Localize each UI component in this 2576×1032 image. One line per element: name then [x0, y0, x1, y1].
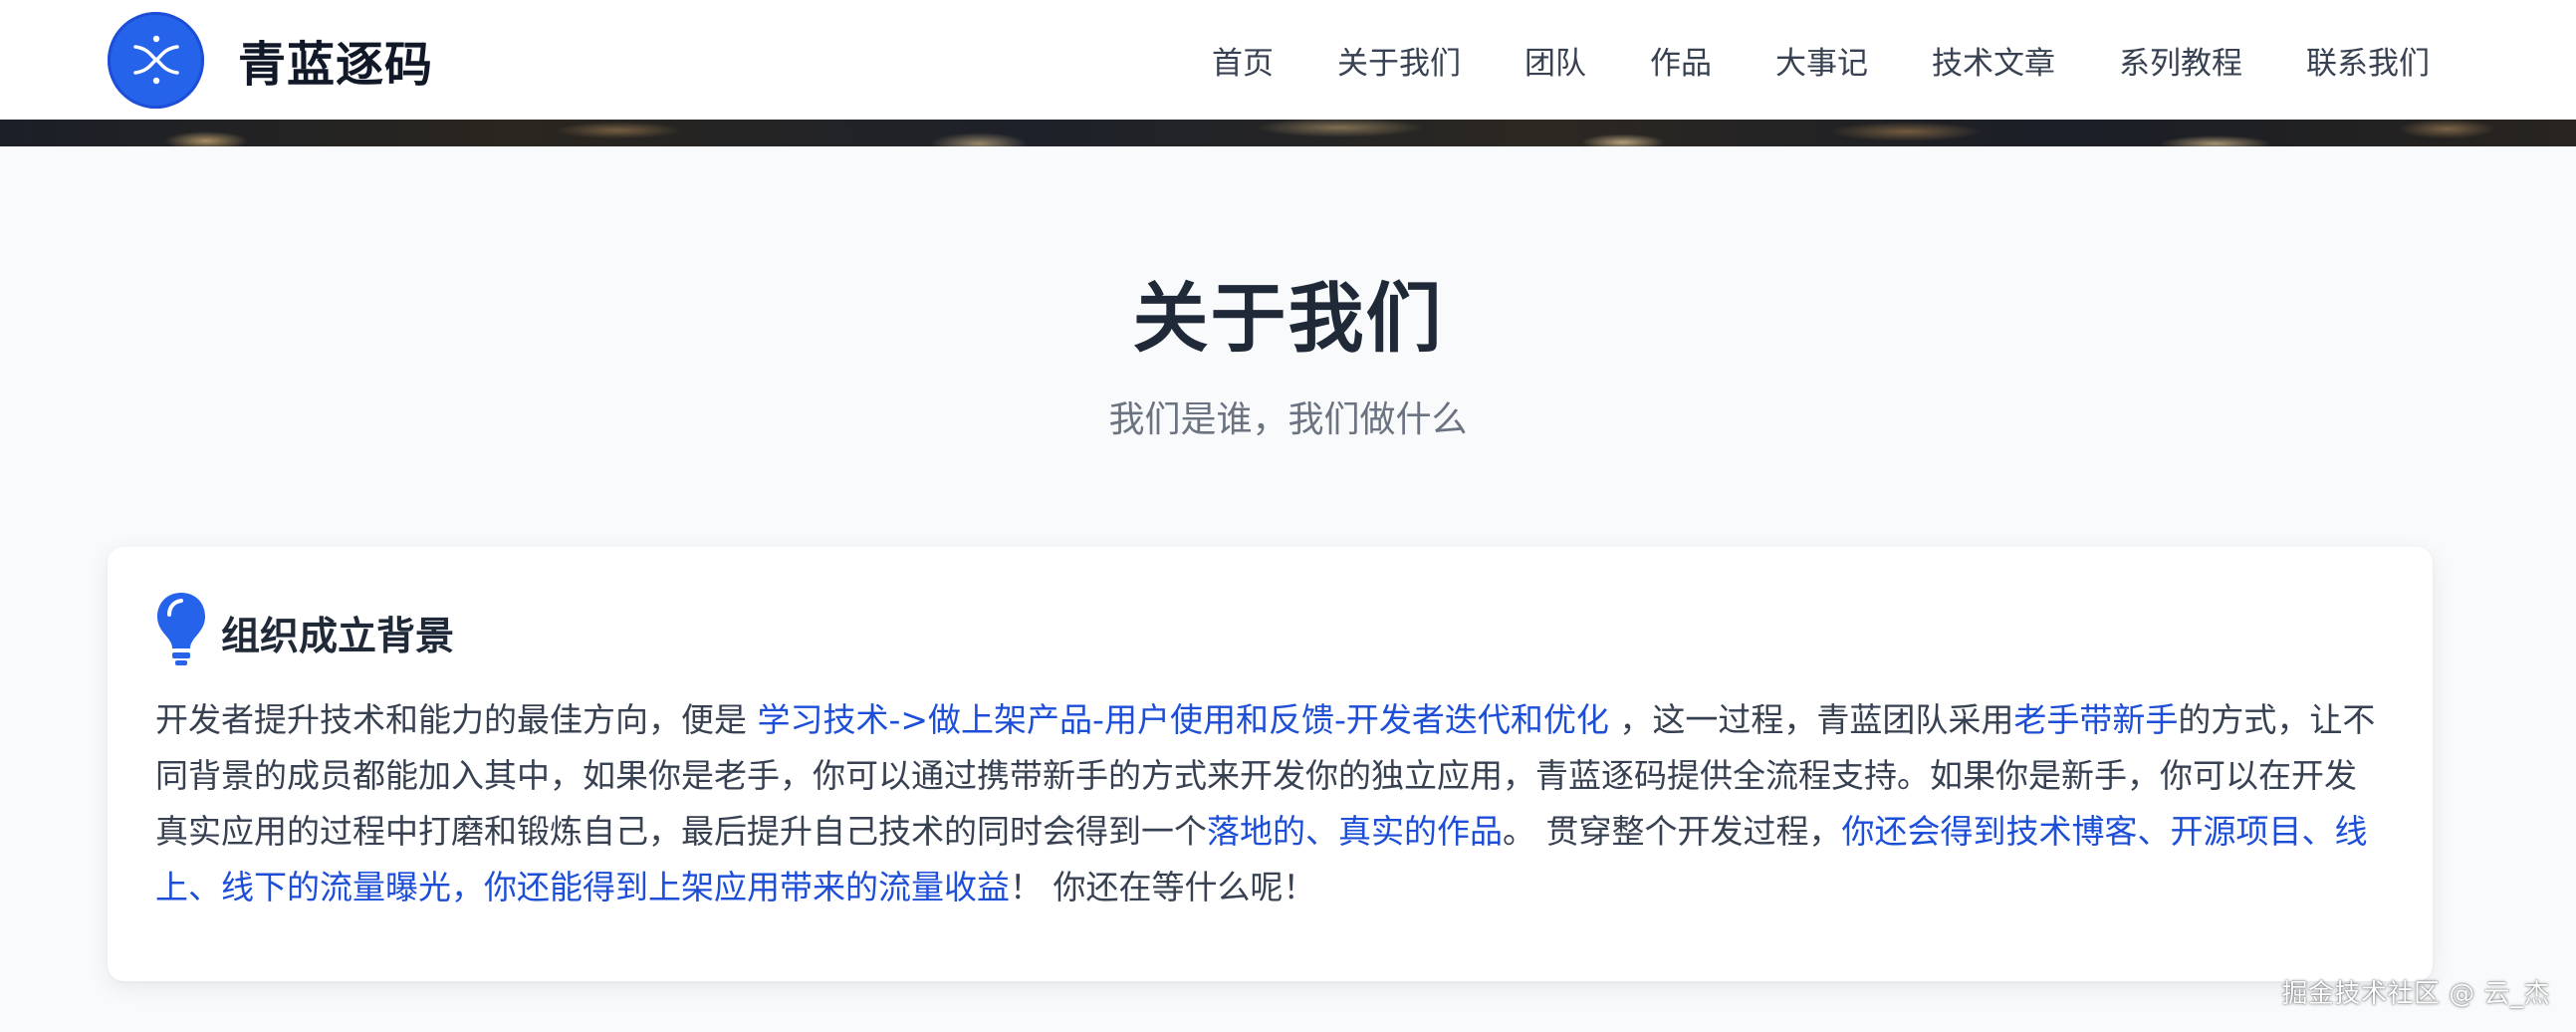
card-body-text: 开发者提升技术和能力的最佳方向，便是 学习技术->做上架产品-用户使用和反馈-开… — [155, 692, 2386, 915]
background-card: 组织成立背景 开发者提升技术和能力的最佳方向，便是 学习技术->做上架产品-用户… — [108, 547, 2433, 981]
nav-item-milestones[interactable]: 大事记 — [1775, 38, 1868, 83]
hero-banner-image — [0, 120, 2576, 146]
logo-icon[interactable] — [108, 11, 204, 109]
brand-name: 青蓝逐码 — [238, 37, 434, 93]
body-segment: ！ 你还在等什么呢！ — [1010, 868, 1316, 906]
nav-item-works[interactable]: 作品 — [1650, 38, 1712, 83]
nav-item-tutorials[interactable]: 系列教程 — [2119, 38, 2242, 83]
highlight-real-work: 落地的、真实的作品 — [1207, 812, 1503, 851]
body-segment: ，这一过程，青蓝团队采用 — [1608, 700, 2014, 739]
main-nav: 首页 关于我们 团队 作品 大事记 技术文章 系列教程 联系我们 — [1212, 38, 2430, 83]
brand[interactable]: 青蓝逐码 — [108, 11, 434, 109]
logo-mark-icon — [132, 35, 179, 85]
watermark: 掘金技术社区 @ 云_杰 — [2281, 979, 2550, 1009]
card-header: 组织成立背景 — [155, 589, 2385, 668]
highlight-process: 学习技术->做上架产品-用户使用和反馈-开发者迭代和优化 — [757, 700, 1609, 739]
section-title: 关于我们 — [1132, 274, 1444, 363]
highlight-mentorship: 老手带新手 — [2013, 700, 2179, 739]
nav-item-articles[interactable]: 技术文章 — [1932, 38, 2055, 83]
body-segment: 开发者提升技术和能力的最佳方向，便是 — [155, 700, 758, 739]
nav-item-team[interactable]: 团队 — [1524, 38, 1586, 83]
nav-item-contact[interactable]: 联系我们 — [2306, 38, 2430, 83]
nav-item-about[interactable]: 关于我们 — [1337, 38, 1461, 83]
site-header: 青蓝逐码 首页 关于我们 团队 作品 大事记 技术文章 系列教程 联系我们 — [0, 0, 2576, 120]
card-title: 组织成立背景 — [221, 615, 455, 659]
section-subtitle: 我们是谁，我们做什么 — [1108, 399, 1468, 440]
lightbulb-icon — [157, 593, 205, 665]
body-segment: 。 贯穿整个开发过程， — [1503, 812, 1842, 851]
nav-item-home[interactable]: 首页 — [1212, 38, 1274, 83]
